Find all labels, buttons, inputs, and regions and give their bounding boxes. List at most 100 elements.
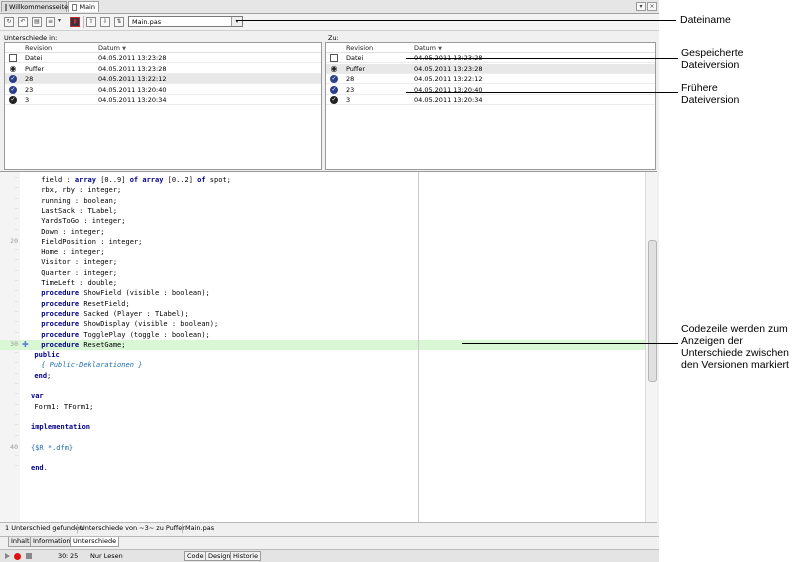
column-header-date[interactable]: Datum ▼	[414, 44, 442, 52]
code-text: procedure ShowDisplay (visible : boolean…	[41, 320, 219, 329]
refresh-icon[interactable]: ↻	[4, 17, 14, 27]
right-revision-list[interactable]: Revision Datum ▼ Datei 04.05.2011 13:23:2…	[325, 42, 656, 170]
copy-icon[interactable]: ▤	[32, 17, 42, 27]
status-separator	[182, 524, 183, 533]
annotation-line-earlier-version	[406, 92, 678, 93]
scrollbar-thumb[interactable]	[648, 240, 657, 382]
list-header: Revision Datum ▼	[326, 43, 655, 53]
tab-welcome-page[interactable]: Willkommensseite	[1, 1, 68, 12]
code-line: – Quarter : integer;	[0, 268, 645, 278]
toolbar-separator	[83, 16, 84, 28]
compare-text: Unterschiede von ~3~ zu Puffer	[80, 524, 185, 532]
diff-icon[interactable]: ▮	[70, 17, 80, 27]
tab-main[interactable]: Main	[68, 1, 99, 12]
tab-differences[interactable]: Unterschiede	[70, 537, 120, 547]
code-line: – public	[0, 350, 645, 360]
tab-history[interactable]: Historie	[230, 551, 262, 561]
code-line: –	[0, 381, 645, 391]
code-line: – Form1: TForm1;	[0, 402, 645, 412]
revision-row[interactable]: ✓ 3 04.05.2011 13:20:34	[326, 95, 655, 106]
code-text: Visitor : integer;	[41, 258, 118, 267]
check-circle-icon: ✓	[330, 75, 338, 84]
sort-arrow-icon: ▼	[438, 46, 442, 52]
code-text: procedure ShowField (visible : boolean);	[41, 289, 210, 298]
code-line: – end.	[0, 463, 645, 473]
check-circle-dark-icon: ✓	[9, 96, 17, 105]
code-text: procedure Sacked (Player : TLabel);	[41, 309, 189, 318]
chevron-down-icon[interactable]: ▾	[231, 17, 242, 26]
code-text: procedure ResetField;	[41, 299, 130, 308]
file-select[interactable]: Main.pas ▾	[128, 16, 243, 27]
revision-row[interactable]: ◉ Puffer 04.05.2011 13:23:28	[326, 63, 655, 74]
close-icon[interactable]: ×	[647, 2, 657, 11]
line-number: –	[14, 411, 18, 418]
revision-cell: Datei	[346, 54, 364, 62]
column-header-revision[interactable]: Revision	[346, 44, 373, 52]
revision-row[interactable]: ✓ 28 04.05.2011 13:22:12	[5, 74, 321, 85]
page-icon	[5, 3, 7, 11]
cursor-separator: :	[66, 552, 69, 560]
revision-row[interactable]: Datei 04.05.2011 13:23:28	[5, 53, 321, 63]
tab-contents[interactable]: Inhalt	[8, 537, 33, 547]
revert-icon[interactable]: ↶	[18, 17, 28, 27]
file-name-text: Main.pas	[185, 524, 215, 532]
code-line: – implementation	[0, 422, 645, 432]
code-line: – procedure ResetField;	[0, 299, 645, 309]
code-line: – field : array [0..9] of array [0..2] of…	[0, 175, 645, 185]
revision-row[interactable]: ✓ 23 04.05.2011 13:20:40	[5, 85, 321, 95]
line-number: –	[14, 453, 18, 460]
revision-row[interactable]: ✓ 3 04.05.2011 13:20:34	[5, 95, 321, 106]
code-line: 20 FieldPosition : integer;	[0, 237, 645, 247]
annotation-saved-version-2: Dateiversion	[681, 59, 740, 71]
code-line: –	[0, 433, 645, 443]
tab-information[interactable]: Information	[30, 537, 74, 547]
code-text: Home : integer;	[41, 248, 105, 257]
annotation-code-marking-4: den Versionen markiert	[681, 359, 789, 371]
code-line-changed: 30 ✚ procedure ResetGame;	[0, 339, 645, 351]
annotation-line-code-marking	[462, 343, 678, 344]
annotation-line-saved-version	[406, 58, 678, 59]
line-number: –	[14, 463, 18, 470]
column-header-date[interactable]: Datum ▼	[98, 44, 126, 52]
left-revision-list[interactable]: Revision Datum ▼ Datei 04.05.2011 13:23:2…	[4, 42, 322, 170]
editor-status-bar: 30 : 25 Nur Lesen Code Design Historie	[0, 549, 659, 562]
previous-difference-icon[interactable]: ⇧	[86, 17, 96, 27]
vertical-scrollbar[interactable]	[645, 172, 657, 522]
annotation-code-marking-2: Anzeigen der	[681, 335, 743, 347]
chevron-down-icon[interactable]: ▾	[636, 2, 646, 11]
stop-icon[interactable]	[26, 553, 32, 559]
play-icon[interactable]	[5, 553, 10, 559]
date-cell: 04.05.2011 13:23:28	[414, 64, 483, 73]
line-number: 40	[10, 442, 18, 451]
code-text: field : array [0..9] of array [0..2] of …	[41, 176, 231, 184]
pane-divider[interactable]	[418, 172, 419, 522]
code-text: LastSack : TLabel;	[41, 206, 118, 215]
info-icon[interactable]: ≡	[46, 17, 55, 27]
tab-code[interactable]: Code	[184, 551, 207, 561]
unit-icon	[72, 3, 78, 11]
ide-window: Willkommensseite Main ▾ × ↻ ↶ ▤ ≡ ▾ ▮ ⇧ …	[0, 0, 659, 562]
record-icon[interactable]	[14, 553, 21, 560]
revision-row[interactable]: ✓ 23 04.05.2011 13:20:40	[326, 85, 655, 95]
code-line: – procedure ShowField (visible : boolean)…	[0, 288, 645, 298]
line-number: –	[14, 216, 18, 223]
column-header-revision[interactable]: Revision	[25, 44, 52, 52]
code-line: 40 {$R *.dfm}	[0, 443, 645, 453]
code-diff-view[interactable]: – field : array [0..9] of array [0..2] of…	[0, 171, 657, 522]
line-number: –	[14, 319, 18, 326]
date-cell: 04.05.2011 13:23:28	[98, 54, 167, 62]
code-line: –	[0, 453, 645, 463]
line-number: –	[14, 205, 18, 212]
revision-row[interactable]: ✓ 28 04.05.2011 13:22:12	[326, 74, 655, 85]
code-text: rbx, rby : integer;	[41, 186, 122, 195]
revision-row[interactable]: ◉ Puffer 04.05.2011 13:23:28	[5, 64, 321, 74]
right-panel-label: Zu:	[328, 34, 339, 42]
next-difference-icon[interactable]: ⇩	[100, 17, 110, 27]
line-number: –	[14, 360, 18, 367]
line-number: –	[14, 175, 18, 181]
chevron-down-icon[interactable]: ▾	[56, 17, 63, 27]
code-text: Form1: TForm1;	[34, 402, 94, 411]
annotation-saved-version-1: Gespeicherte	[681, 47, 744, 59]
differences-found-text: 1 Unterschied gefunden	[5, 524, 84, 532]
sync-scroll-icon[interactable]: ⇅	[114, 17, 124, 27]
